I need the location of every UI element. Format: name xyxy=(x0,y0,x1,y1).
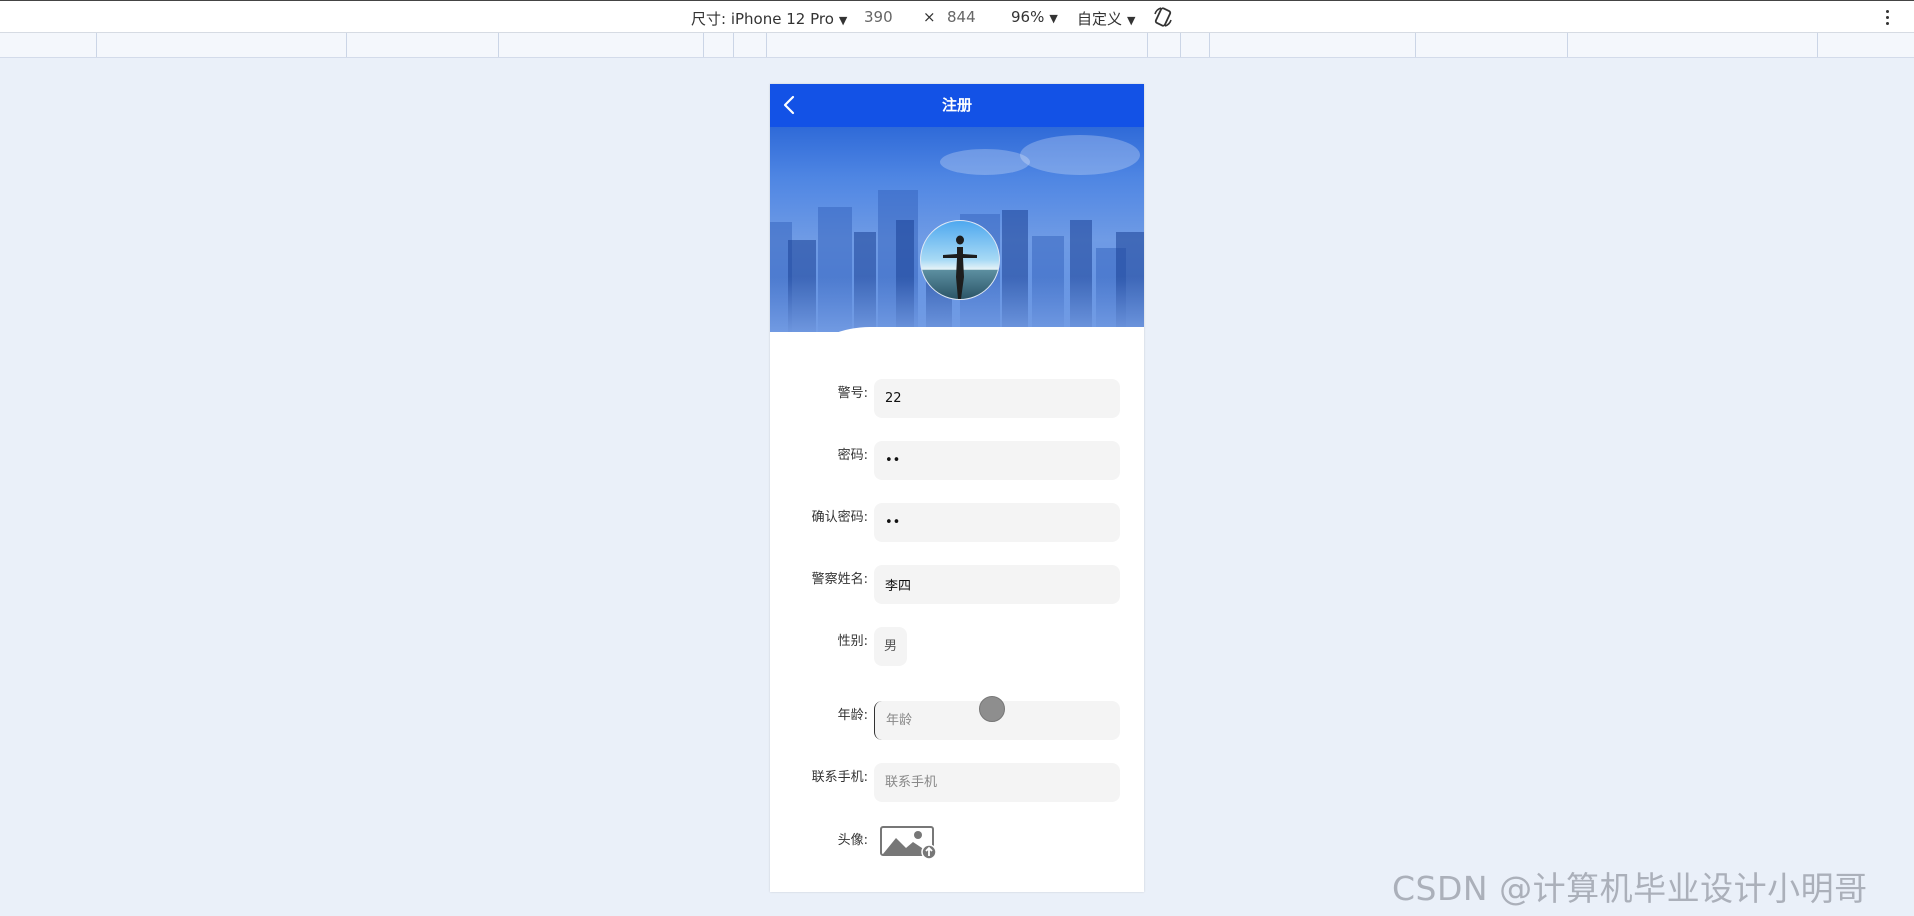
password-label: 密码: xyxy=(837,448,868,463)
device-dimensions-select[interactable]: 尺寸: iPhone 12 Pro ▼ xyxy=(691,8,847,29)
confirm-password-input[interactable] xyxy=(874,503,1120,542)
badge-number-row: 警号: xyxy=(770,379,1144,419)
age-label: 年龄: xyxy=(837,708,868,723)
avatar xyxy=(920,220,1000,300)
phone-input[interactable] xyxy=(874,763,1120,802)
back-arrow-icon[interactable] xyxy=(780,94,800,116)
zoom-label: 96% xyxy=(1011,8,1045,26)
times-sign: × xyxy=(923,8,936,26)
phone-label: 联系手机: xyxy=(811,770,868,785)
device-label: 尺寸: iPhone 12 Pro xyxy=(691,10,834,28)
viewport-height-input[interactable]: 844 xyxy=(947,8,976,26)
password-input[interactable] xyxy=(874,441,1120,480)
throttle-label: 自定义 xyxy=(1077,10,1123,28)
chevron-down-icon: ▼ xyxy=(1127,14,1136,27)
badge-number-input[interactable] xyxy=(874,379,1120,418)
chevron-down-icon: ▼ xyxy=(838,14,848,27)
confirm-password-row: 确认密码: xyxy=(770,503,1144,543)
viewport-width-input[interactable]: 390 xyxy=(864,8,893,26)
rotate-icon[interactable] xyxy=(1152,6,1174,28)
mobile-viewport: 注册 警号: 密码: 确认密 xyxy=(770,84,1144,892)
avatar-label: 头像: xyxy=(837,833,868,848)
age-row: 年龄: xyxy=(770,701,1144,741)
gender-label: 性别: xyxy=(837,634,868,649)
password-row: 密码: xyxy=(770,441,1144,481)
confirm-password-label: 确认密码: xyxy=(811,510,868,525)
phone-row: 联系手机: xyxy=(770,763,1144,803)
media-query-ruler xyxy=(0,33,1914,58)
gender-row: 性别: 男 xyxy=(770,627,1144,667)
avatar-row: 头像: xyxy=(770,826,1144,866)
gender-select[interactable]: 男 xyxy=(874,627,907,666)
chevron-down-icon: ▼ xyxy=(1049,12,1058,25)
zoom-select[interactable]: 96% ▼ xyxy=(1011,8,1058,26)
officer-name-input[interactable] xyxy=(874,565,1120,604)
more-options-icon[interactable] xyxy=(1882,7,1892,29)
throttle-select[interactable]: 自定义 ▼ xyxy=(1077,8,1135,29)
image-upload-icon[interactable] xyxy=(880,826,938,860)
nav-bar: 注册 xyxy=(770,84,1144,127)
badge-number-label: 警号: xyxy=(837,386,868,401)
officer-name-row: 警察姓名: xyxy=(770,565,1144,605)
devtools-toolbar: 尺寸: iPhone 12 Pro ▼ 390 × 844 96% ▼ 自定义 ▼ xyxy=(0,0,1914,33)
officer-name-label: 警察姓名: xyxy=(811,572,868,587)
watermark: CSDN @计算机毕业设计小明哥 xyxy=(1392,869,1868,908)
page-title: 注册 xyxy=(941,96,972,114)
touch-cursor xyxy=(979,696,1005,722)
